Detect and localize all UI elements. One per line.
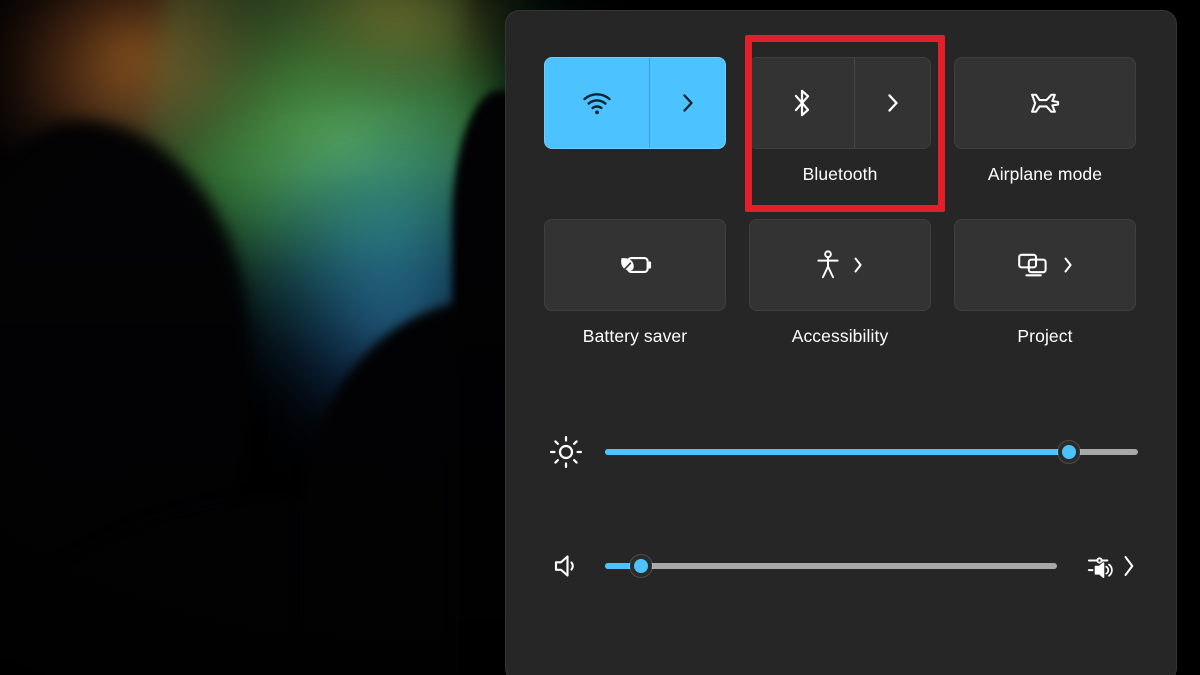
quick-tile-battery-saver[interactable] xyxy=(544,219,726,311)
volume-slider[interactable] xyxy=(605,555,1057,577)
accessibility-icon xyxy=(817,250,839,279)
wifi-expand-button[interactable] xyxy=(649,58,725,148)
tile-label-accessibility: Accessibility xyxy=(791,326,889,346)
brightness-icon-wrap xyxy=(544,435,588,469)
brightness-slider-fill xyxy=(605,449,1069,455)
volume-slider-row xyxy=(544,537,1138,595)
tile-row-spacer xyxy=(544,185,726,219)
chevron-right-icon xyxy=(854,257,862,273)
battery-saver-icon xyxy=(621,256,652,274)
tile-label-airplane-mode: Airplane mode xyxy=(987,164,1103,184)
volume-muted-icon xyxy=(554,555,574,577)
quick-tile-project[interactable] xyxy=(954,219,1136,311)
wifi-icon-dot xyxy=(595,110,599,115)
tile-cell-accessibility: Accessibility xyxy=(749,219,931,347)
brightness-slider-thumb[interactable] xyxy=(1057,441,1080,463)
tile-label-project: Project xyxy=(1017,326,1073,346)
quick-tile-wifi[interactable] xyxy=(544,57,726,149)
brightness-icon xyxy=(549,435,583,469)
tile-label-bluetooth: Bluetooth xyxy=(802,164,878,184)
wifi-icon xyxy=(583,93,611,115)
brightness-slider[interactable] xyxy=(605,441,1138,463)
bluetooth-expand-button[interactable] xyxy=(854,58,930,148)
quick-tile-accessibility[interactable] xyxy=(749,219,931,311)
chevron-right-icon xyxy=(1124,556,1134,576)
tile-row-spacer xyxy=(749,185,931,219)
airplane-icon xyxy=(1031,93,1060,113)
tile-cell-project: Project xyxy=(954,219,1136,347)
chevron-right-icon xyxy=(887,94,898,112)
volume-icon-wrap[interactable] xyxy=(544,551,588,581)
tile-cell-battery-saver: Battery saver xyxy=(544,219,726,347)
quick-settings-panel: Bluetooth Airplane mode Battery saver Ac… xyxy=(505,10,1177,675)
chevron-right-icon xyxy=(1064,257,1072,273)
volume-slider-track[interactable] xyxy=(605,563,1057,569)
tile-cell-wifi xyxy=(544,57,726,185)
quick-tile-bluetooth[interactable] xyxy=(749,57,931,149)
quick-tile-airplane-mode[interactable] xyxy=(954,57,1136,149)
bluetooth-icon xyxy=(794,89,810,117)
screen: Bluetooth Airplane mode Battery saver Ac… xyxy=(0,0,1200,675)
tile-row-spacer xyxy=(954,185,1136,219)
wifi-toggle-button[interactable] xyxy=(545,58,649,148)
volume-slider-thumb[interactable] xyxy=(630,555,653,577)
brightness-slider-row xyxy=(544,423,1138,481)
chevron-right-icon xyxy=(682,94,693,112)
tile-label-battery-saver: Battery saver xyxy=(582,326,688,346)
audio-output-selector[interactable] xyxy=(1086,551,1138,581)
quick-settings-tile-grid: Bluetooth Airplane mode Battery saver Ac… xyxy=(544,57,1138,347)
tile-cell-airplane-mode: Airplane mode xyxy=(954,57,1136,185)
tile-cell-bluetooth: Bluetooth xyxy=(749,57,931,185)
audio-output-selector-icon xyxy=(1087,557,1113,579)
project-icon xyxy=(1018,253,1047,277)
bluetooth-toggle-button[interactable] xyxy=(750,58,854,148)
